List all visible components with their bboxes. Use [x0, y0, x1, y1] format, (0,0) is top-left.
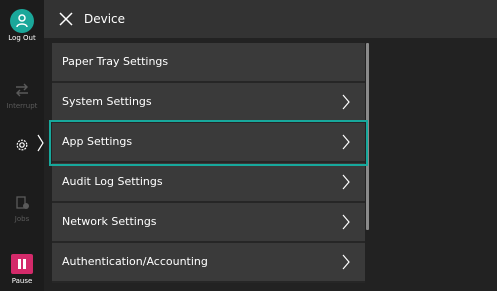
- pause-icon: [11, 254, 33, 274]
- menu-item-audit-log-settings[interactable]: Audit Log Settings: [52, 163, 365, 203]
- menu-item-label: Audit Log Settings: [62, 175, 163, 188]
- jobs-button[interactable]: Jobs: [0, 195, 44, 223]
- settings-list: Paper Tray Settings System Settings App …: [49, 43, 368, 283]
- menu-item-label: System Settings: [62, 95, 152, 108]
- menu-item-paper-tray-settings[interactable]: Paper Tray Settings: [52, 43, 365, 83]
- scrollbar[interactable]: [366, 43, 369, 230]
- interrupt-label: Interrupt: [6, 102, 38, 110]
- menu-item-system-settings[interactable]: System Settings: [52, 83, 365, 123]
- page-title: Device: [84, 12, 126, 26]
- chevron-right-icon: [342, 174, 350, 190]
- jobs-icon: [16, 196, 29, 209]
- interrupt-icon: [16, 83, 28, 97]
- menu-item-network-settings[interactable]: Network Settings: [52, 203, 365, 243]
- menu-item-label: Authentication/Accounting: [62, 255, 208, 268]
- gear-icon: [16, 139, 28, 151]
- logout-label: Log Out: [8, 34, 36, 42]
- interrupt-button[interactable]: Interrupt: [0, 82, 44, 110]
- header-bar: Device: [44, 0, 497, 38]
- menu-item-label: App Settings: [62, 135, 133, 148]
- chevron-right-icon: [342, 214, 350, 230]
- menu-item-label: Paper Tray Settings: [62, 55, 169, 68]
- menu-item-label: Network Settings: [62, 215, 157, 228]
- menu-item-app-settings[interactable]: App Settings: [49, 120, 368, 166]
- logout-icon: [10, 9, 34, 33]
- pause-label: Pause: [11, 277, 33, 285]
- logout-button[interactable]: Log Out: [0, 9, 44, 42]
- pause-button[interactable]: Pause: [0, 254, 44, 285]
- jobs-label: Jobs: [14, 215, 30, 223]
- chevron-right-icon: [342, 94, 350, 110]
- current-location-chevron-icon: [37, 134, 44, 152]
- chevron-right-icon: [342, 134, 350, 150]
- close-icon[interactable]: [58, 11, 74, 27]
- menu-item-authentication-accounting[interactable]: Authentication/Accounting: [52, 243, 365, 283]
- chevron-right-icon: [342, 254, 350, 270]
